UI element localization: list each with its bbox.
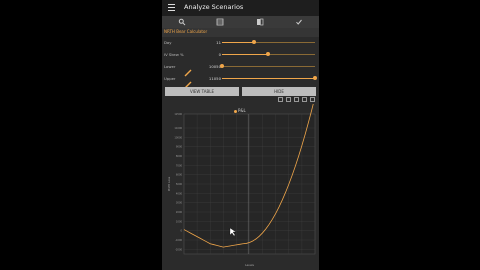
y-tick-label: 6000 xyxy=(176,174,183,177)
calculator-label: NRTH Bear Calculator xyxy=(164,29,208,34)
phone-screen: Analyze Scenarios NRTH Bear Calculator D… xyxy=(162,0,319,270)
y-tick-label: 4000 xyxy=(176,192,183,195)
view-table-button[interactable]: VIEW TABLE xyxy=(165,87,239,96)
y-tick-label: 3000 xyxy=(176,202,183,205)
y-tick-label: 11000 xyxy=(174,127,182,130)
slider-thumb[interactable] xyxy=(220,64,224,68)
param-value: 10050 xyxy=(208,64,221,69)
pencil-icon[interactable] xyxy=(184,62,192,77)
param-value: 11 xyxy=(216,40,221,45)
slider-thumb[interactable] xyxy=(313,76,317,80)
slider-fill xyxy=(222,78,315,79)
y-tick-label: -2000 xyxy=(175,248,182,251)
app-bar: Analyze Scenarios xyxy=(162,0,319,16)
x-axis-label: Levels xyxy=(245,263,254,267)
menu-icon[interactable] xyxy=(168,4,175,12)
check-icon[interactable] xyxy=(295,18,303,26)
y-axis-label: Profit Loss xyxy=(167,176,171,191)
chart-svg[interactable]: 1250011000100009000800070006000500040003… xyxy=(162,104,319,270)
compare-icon[interactable] xyxy=(256,18,264,26)
toolbar xyxy=(162,16,319,28)
param-row-upper: Upper 11050 xyxy=(162,73,319,89)
y-tick-label: 1000 xyxy=(176,220,183,223)
y-tick-label: 7000 xyxy=(176,164,183,167)
y-tick-label: 12500 xyxy=(174,113,182,116)
y-tick-label: 0 xyxy=(180,230,182,233)
search-icon[interactable] xyxy=(178,18,186,26)
param-value: 11050 xyxy=(208,76,221,81)
pan-icon[interactable] xyxy=(294,97,299,102)
param-name: IV Skew % xyxy=(164,52,184,57)
y-tick-label: 8000 xyxy=(176,155,183,158)
calculator-header: NRTH Bear Calculator xyxy=(162,28,319,37)
y-tick-label: 9000 xyxy=(176,146,183,149)
reset-icon[interactable] xyxy=(302,97,307,102)
param-value: 0 xyxy=(218,52,221,57)
hide-button[interactable]: HIDE xyxy=(242,87,316,96)
slider-fill xyxy=(222,54,268,55)
param-name: Upper xyxy=(164,76,176,81)
param-name: Lower xyxy=(164,64,176,69)
y-tick-label: 5000 xyxy=(176,183,183,186)
slider-thumb[interactable] xyxy=(266,52,270,56)
slider-fill xyxy=(222,42,254,43)
param-row-lower: Lower 10050 xyxy=(162,61,319,77)
y-tick-label: 10000 xyxy=(174,136,182,139)
table-icon[interactable] xyxy=(216,18,224,26)
param-name: Day xyxy=(164,40,172,45)
zoom-in-icon[interactable] xyxy=(278,97,283,102)
pnl-chart: P&L 12500 11000 10000 9000 8000 7000 6000 5000 4… xyxy=(162,104,319,270)
y-tick-label: -1000 xyxy=(175,239,182,242)
pencil-icon[interactable] xyxy=(184,74,192,89)
slider-thumb[interactable] xyxy=(252,40,256,44)
app-title: Analyze Scenarios xyxy=(184,3,244,11)
settings-icon[interactable] xyxy=(310,97,315,102)
chart-toolbar xyxy=(276,97,319,104)
y-tick-label: 2000 xyxy=(176,211,183,214)
param-row-iv-skew: IV Skew % 0 xyxy=(162,49,319,59)
zoom-out-icon[interactable] xyxy=(286,97,291,102)
slider-track[interactable] xyxy=(222,66,315,67)
param-row-day: Day 11 xyxy=(162,37,319,47)
